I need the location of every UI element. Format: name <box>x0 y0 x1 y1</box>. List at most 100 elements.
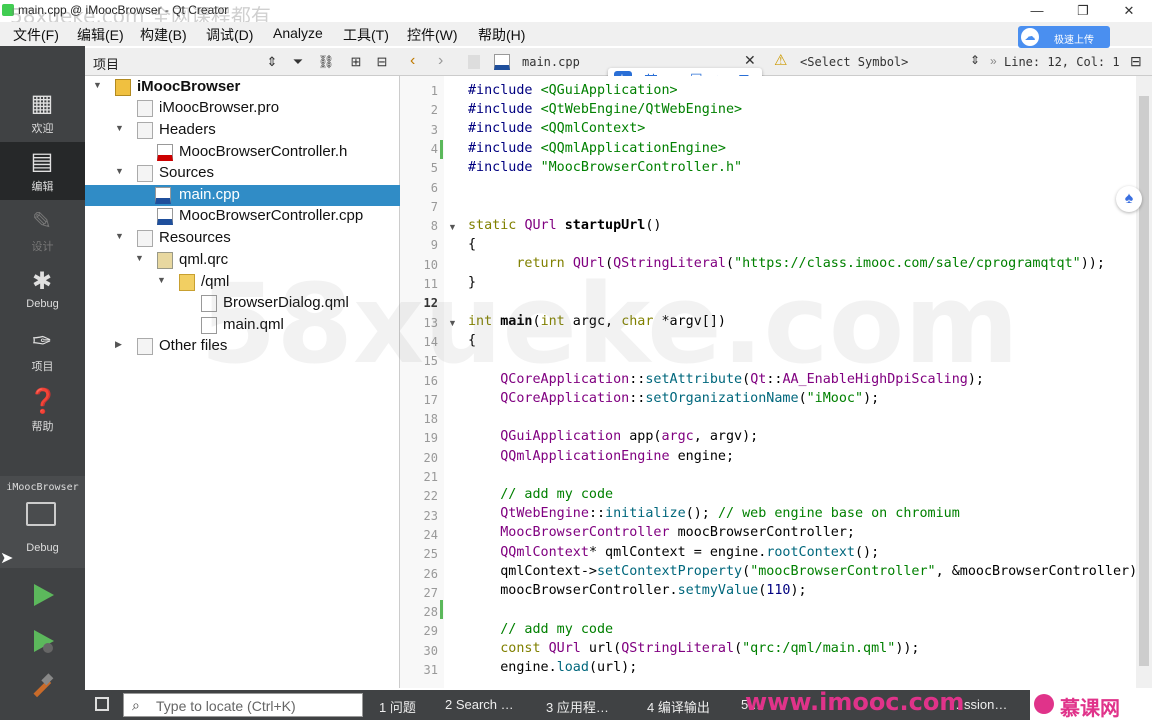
code-line: { <box>468 237 477 252</box>
code-line: QQmlContext* qmlContext = engine.rootCon… <box>500 545 880 560</box>
search-icon: ⌕ <box>132 697 140 713</box>
title-bar: main.cpp @ iMoocBrowser - Qt Creator 58x… <box>0 0 1152 28</box>
code-line: MoocBrowserController moocBrowserControl… <box>500 525 855 540</box>
debug-run-button[interactable] <box>28 626 58 656</box>
mode-debug[interactable]: ✱ Debug <box>0 262 85 320</box>
menu-file[interactable]: 文件(F) <box>13 25 59 45</box>
expand-arrow-icon: ▼ <box>115 231 124 241</box>
close-document-icon[interactable]: ✕ <box>744 52 756 69</box>
pane-search[interactable]: 2 Search … <box>445 697 514 712</box>
line-number: 1 <box>430 84 438 98</box>
assistant-icon[interactable]: ♠ <box>1116 186 1142 212</box>
build-button[interactable] <box>28 672 58 702</box>
code-line: QQmlApplicationEngine engine; <box>500 449 735 464</box>
qrc-file-icon <box>157 252 173 269</box>
forward-icon[interactable]: › <box>438 52 443 70</box>
toggle-sidebar-icon[interactable] <box>95 697 109 711</box>
line-number: 31 <box>423 663 438 677</box>
pane-app-output[interactable]: 3 应用程… <box>546 697 609 716</box>
folder-cpp-icon <box>137 165 153 182</box>
run-button[interactable] <box>28 580 58 610</box>
minimize-button[interactable]: — <box>1014 0 1060 22</box>
fold-arrow-icon[interactable]: ▼ <box>448 222 457 232</box>
menu-widgets[interactable]: 控件(W) <box>407 25 458 45</box>
line-number: 28 <box>423 605 438 620</box>
code-line: #include <QGuiApplication> <box>468 83 678 98</box>
code-line: moocBrowserController.setmyValue(110); <box>468 583 807 598</box>
line-number: 5 <box>430 161 438 176</box>
line-number: 6 <box>430 180 438 195</box>
kit-project: iMoocBrowser <box>6 482 79 493</box>
header-file-icon <box>157 144 173 161</box>
cloud-icon: ☁ <box>1021 28 1039 46</box>
change-marker <box>440 140 443 159</box>
help-icon: ❓ <box>28 388 58 415</box>
menu-help[interactable]: 帮助(H) <box>478 25 525 45</box>
split-icon[interactable]: ⊞ <box>347 53 365 71</box>
line-number: 18 <box>423 412 438 427</box>
menu-debug[interactable]: 调试(D) <box>206 25 253 45</box>
menu-bar: 文件(F) 编辑(E) 构建(B) 调试(D) Analyze 工具(T) 控件… <box>0 22 1152 46</box>
mode-projects[interactable]: ✑ 项目 <box>0 322 85 380</box>
code-line: qmlContext->setContextProperty("moocBrow… <box>468 564 1136 579</box>
dropdown-arrows-icon: ⇕ <box>970 53 981 67</box>
code-line: const QUrl url(QStringLiteral("qrc:/qml/… <box>500 641 920 656</box>
projects-pane-title: 项目 <box>93 57 120 72</box>
pane-compile-output[interactable]: 4 编译输出 <box>647 697 710 716</box>
mode-design[interactable]: ✎ 设计 <box>0 202 85 260</box>
cpp-file-icon <box>494 54 510 70</box>
tree-item-main-cpp[interactable]: main.cpp <box>85 185 400 206</box>
wrench-icon: ✑ <box>31 328 53 355</box>
folder-icon <box>179 274 195 291</box>
close-pane-icon[interactable]: ⊟ <box>373 53 391 71</box>
folder-resources-icon <box>137 230 153 247</box>
watermark-brand: 慕课网 <box>1030 690 1152 720</box>
code-line: QtWebEngine::initialize(); // web engine… <box>500 506 960 521</box>
open-file-name[interactable]: main.cpp <box>522 55 580 69</box>
line-number: 8 <box>430 219 438 234</box>
locator-input[interactable]: ⌕ Type to locate (Ctrl+K) <box>123 693 363 717</box>
line-number: 29 <box>423 624 438 639</box>
status-bar: ⌕ Type to locate (Ctrl+K) 1 问题 2 Search … <box>85 690 1152 720</box>
cpp-file-icon <box>155 187 171 204</box>
line-number: 22 <box>423 489 438 504</box>
mode-help[interactable]: ❓ 帮助 <box>0 382 85 440</box>
mode-bar: ▦ 欢迎 ▤ 编辑 ✎ 设计 ✱ Debug ✑ 项目 ❓ 帮助 <box>0 46 85 720</box>
code-line: #include <QQmlContext> <box>468 121 646 136</box>
back-icon[interactable]: ‹ <box>410 52 415 70</box>
maximize-button[interactable]: ❐ <box>1060 0 1106 22</box>
change-marker <box>440 600 443 619</box>
folder-h-icon <box>137 122 153 139</box>
scrollbar-thumb[interactable] <box>1139 96 1149 666</box>
brand-logo-icon <box>1034 694 1054 714</box>
mode-welcome[interactable]: ▦ 欢迎 <box>0 84 85 142</box>
upload-button[interactable]: ☁ 极速上传 <box>1018 26 1110 48</box>
line-number: 26 <box>423 566 438 581</box>
menu-edit[interactable]: 编辑(E) <box>77 25 124 45</box>
pane-issues[interactable]: 1 问题 <box>379 697 416 716</box>
vertical-scrollbar[interactable] <box>1136 76 1152 688</box>
line-number: 20 <box>423 450 438 465</box>
mouse-cursor: ➤ <box>0 550 14 567</box>
line-number: 21 <box>423 470 438 484</box>
menu-analyze[interactable]: Analyze <box>273 25 323 41</box>
mode-edit[interactable]: ▤ 编辑 <box>0 142 85 200</box>
menu-tools[interactable]: 工具(T) <box>343 25 389 45</box>
split-editor-icon[interactable]: ⊟ <box>1130 53 1142 70</box>
warning-icon: ⚠ <box>774 52 788 69</box>
link-icon[interactable]: ⛓ <box>317 53 335 71</box>
line-number: 19 <box>423 431 438 446</box>
line-number: 9 <box>430 238 438 253</box>
close-button[interactable]: ✕ <box>1106 0 1152 22</box>
code-line: #include "MoocBrowserController.h" <box>468 160 743 175</box>
editor-toolbar: ‹ › main.cpp ✕ ⚠ <Select Symbol> ⇕ » Lin… <box>400 48 1152 92</box>
symbol-selector[interactable]: <Select Symbol> <box>800 55 908 69</box>
sort-icon[interactable]: ⇕ <box>263 53 281 71</box>
filter-icon[interactable]: ⏷ <box>289 53 307 71</box>
expand-arrow-icon: ▼ <box>135 253 144 263</box>
menu-build[interactable]: 构建(B) <box>140 25 187 45</box>
code-line: // add my code <box>500 622 614 637</box>
code-line: #include <QtWebEngine/QtWebEngine> <box>468 102 743 117</box>
line-number: 2 <box>430 103 438 118</box>
cursor-position[interactable]: Line: 12, Col: 1 <box>1004 55 1120 69</box>
